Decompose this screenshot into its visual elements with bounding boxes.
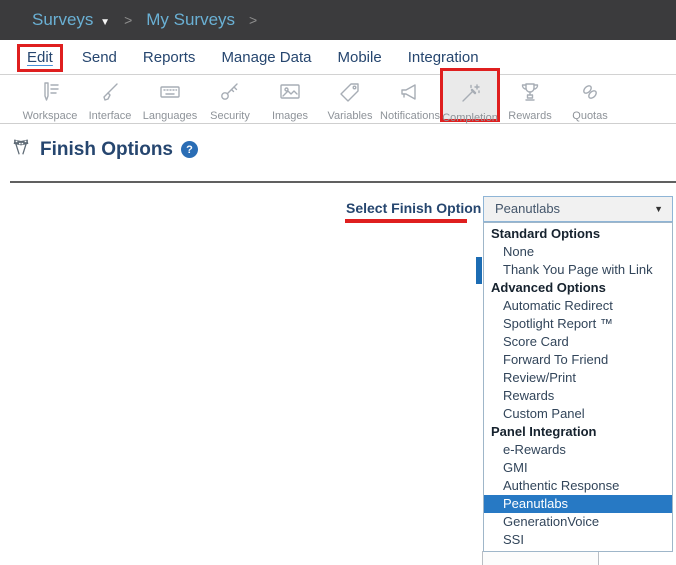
section-divider xyxy=(10,181,676,183)
quotas-links-icon xyxy=(578,80,602,109)
breadcrumb-surveys[interactable]: Surveys ▼ xyxy=(32,10,110,30)
dropdown-option-rewards[interactable]: Rewards xyxy=(484,387,672,405)
toolbar-item-label: Completion xyxy=(442,112,498,124)
toolbar-item-rewards[interactable]: Rewards xyxy=(500,75,560,124)
nav-tab-send[interactable]: Send xyxy=(82,49,117,66)
dropdown-option-automatic-redirect[interactable]: Automatic Redirect xyxy=(484,297,672,315)
toolbar-item-interface[interactable]: Interface xyxy=(80,75,140,124)
help-icon[interactable]: ? xyxy=(181,141,198,158)
toolbar-item-label: Notifications xyxy=(380,110,440,122)
toolbar-item-workspace[interactable]: Workspace xyxy=(20,75,80,124)
dropdown-option-generationvoice[interactable]: GenerationVoice xyxy=(484,513,672,531)
dropdown-group-standard-options: Standard Options xyxy=(484,225,672,243)
app-window: Surveys ▼ > My Surveys > Edit Send Reports… xyxy=(0,0,676,565)
toolbar-item-label: Variables xyxy=(327,110,372,122)
nav-tab-manage-data[interactable]: Manage Data xyxy=(221,49,311,66)
finish-option-select-value: Peanutlabs xyxy=(495,201,560,216)
finish-option-select[interactable]: Peanutlabs ▼ xyxy=(483,196,673,222)
breadcrumb: Surveys ▼ > My Surveys > xyxy=(0,0,676,40)
finish-option-dropdown-list: Standard OptionsNoneThank You Page with … xyxy=(483,222,673,552)
languages-keyboard-icon xyxy=(158,80,182,109)
chevron-down-icon: ▼ xyxy=(100,17,110,28)
chevron-right-icon: > xyxy=(124,12,132,28)
toolbar-item-label: Interface xyxy=(89,110,132,122)
dropdown-option-authentic-response[interactable]: Authentic Response xyxy=(484,477,672,495)
dropdown-option-score-card[interactable]: Score Card xyxy=(484,333,672,351)
toolbar-item-label: Workspace xyxy=(23,110,78,122)
dropdown-option-custom-panel[interactable]: Custom Panel xyxy=(484,405,672,423)
toolbar-item-notifications[interactable]: Notifications xyxy=(380,75,440,124)
dropdown-group-advanced-options: Advanced Options xyxy=(484,279,672,297)
toolbar-item-label: Images xyxy=(272,110,308,122)
notifications-megaphone-icon xyxy=(398,80,422,109)
dropdown-option-e-rewards[interactable]: e-Rewards xyxy=(484,441,672,459)
toolbar-item-label: Languages xyxy=(143,110,197,122)
nav-tab-integration[interactable]: Integration xyxy=(408,49,479,66)
toolbar-item-label: Rewards xyxy=(508,110,551,122)
breadcrumb-surveys-label: Surveys xyxy=(32,10,93,29)
nav-tab-mobile[interactable]: Mobile xyxy=(338,49,382,66)
dropdown-group-panel-integration: Panel Integration xyxy=(484,423,672,441)
hidden-save-button-edge xyxy=(476,257,482,284)
completion-wand-icon xyxy=(458,82,482,111)
chevron-right-icon: > xyxy=(249,12,257,28)
toolbar-item-completion[interactable]: Completion xyxy=(440,68,500,122)
finish-flags-icon xyxy=(10,136,32,163)
dropdown-option-none[interactable]: None xyxy=(484,243,672,261)
breadcrumb-my-surveys[interactable]: My Surveys xyxy=(146,10,235,30)
variables-tag-icon xyxy=(338,80,362,109)
rewards-trophy-icon xyxy=(518,80,542,109)
breadcrumb-my-surveys-label: My Surveys xyxy=(146,10,235,29)
dropdown-option-review-print[interactable]: Review/Print xyxy=(484,369,672,387)
page-heading: Finish Options ? xyxy=(10,136,198,163)
hidden-input-field xyxy=(482,551,599,565)
page-title: Finish Options xyxy=(40,139,173,161)
toolbar-item-images[interactable]: Images xyxy=(260,75,320,124)
dropdown-option-forward-to-friend[interactable]: Forward To Friend xyxy=(484,351,672,369)
toolbar-item-label: Quotas xyxy=(572,110,607,122)
toolbar-item-label: Security xyxy=(210,110,250,122)
toolbar-item-languages[interactable]: Languages xyxy=(140,75,200,124)
dropdown-option-gmi[interactable]: GMI xyxy=(484,459,672,477)
security-key-icon xyxy=(218,80,242,109)
interface-brush-icon xyxy=(98,80,122,109)
dropdown-option-peanutlabs[interactable]: Peanutlabs xyxy=(484,495,672,513)
workspace-pencil-icon xyxy=(38,80,62,109)
toolbar-item-quotas[interactable]: Quotas xyxy=(560,75,620,124)
nav-tab-edit[interactable]: Edit xyxy=(17,44,63,72)
select-caret-icon: ▼ xyxy=(654,197,663,221)
edit-toolbar: Workspace Interface Languages Security Image… xyxy=(0,75,676,124)
dropdown-option-thank-you-page-with-link[interactable]: Thank You Page with Link xyxy=(484,261,672,279)
nav-tab-reports[interactable]: Reports xyxy=(143,49,196,66)
main-nav: Edit Send Reports Manage Data Mobile Integrat… xyxy=(0,40,676,75)
annotation-underline xyxy=(345,219,467,223)
toolbar-item-security[interactable]: Security xyxy=(200,75,260,124)
finish-option-label: Select Finish Option xyxy=(346,200,481,216)
dropdown-option-spotlight-report[interactable]: Spotlight Report ™ xyxy=(484,315,672,333)
toolbar-item-variables[interactable]: Variables xyxy=(320,75,380,124)
images-picture-icon xyxy=(278,80,302,109)
dropdown-option-ssi[interactable]: SSI xyxy=(484,531,672,549)
